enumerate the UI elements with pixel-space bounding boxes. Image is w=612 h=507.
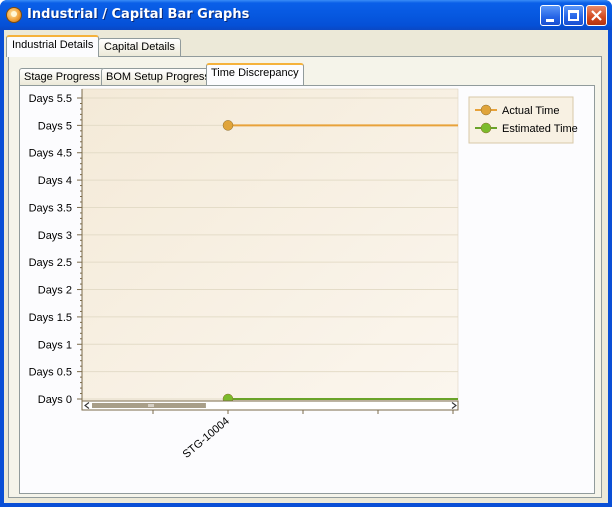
tab-stage-progress[interactable]: Stage Progress [19,68,105,85]
legend-swatch-marker [480,122,492,134]
tab-capital-details-label: Capital Details [104,41,175,53]
chart-legend: Actual Time Estimated Time [468,96,578,144]
legend-label: Estimated Time [502,123,578,135]
legend-label: Actual Time [502,105,559,117]
time-discrepancy-panel: Days 0 Days 0.5 Days 1 Days 1.5 Days 2 Days 2… [19,85,595,494]
close-icon [591,10,602,21]
window-title: Industrial / Capital Bar Graphs [27,7,250,22]
close-button[interactable] [586,5,607,26]
tab-time-discrepancy[interactable]: Time Discrepancy [206,63,304,85]
y-tick-label: Days 4.5 [29,148,72,160]
app-icon[interactable] [6,7,22,23]
tab-bom-setup-progress-label: BOM Setup Progress [106,71,210,83]
y-axis: Days 0 Days 0.5 Days 1 Days 1.5 Days 2 Days 2… [29,89,83,406]
x-tick-label: STG-10004 [181,415,232,461]
y-tick-label: Days 5 [38,120,72,132]
plot-area [81,88,459,402]
minimize-icon [546,19,554,22]
y-tick-label: Days 2 [38,285,72,297]
tab-capital-details[interactable]: Capital Details [98,38,181,56]
y-tick-label: Days 0.5 [29,367,72,379]
title-bar[interactable]: Industrial / Capital Bar Graphs [0,0,612,30]
y-tick-label: Days 3.5 [29,202,72,214]
y-tick-label: Days 4 [38,175,72,187]
minimize-button[interactable] [540,5,561,26]
window-client: Industrial Details Capital Details Stage… [4,30,608,503]
x-axis: STG-10004 [82,409,458,461]
y-tick-label: Days 1.5 [29,312,72,324]
tab-industrial-details-label: Industrial Details [12,39,94,51]
horizontal-scrollbar[interactable] [81,400,459,411]
tab-time-discrepancy-label: Time Discrepancy [211,67,299,79]
y-tick-label: Days 1 [38,339,72,351]
legend-swatch-marker [480,104,492,116]
y-tick-label: Days 0 [38,394,72,406]
maximize-icon [568,10,579,21]
y-tick-label: Days 2.5 [29,257,72,269]
y-tick-label: Days 3 [38,230,72,242]
maximize-button[interactable] [563,5,584,26]
tab-industrial-details[interactable]: Industrial Details [6,35,100,57]
time-discrepancy-chart: Days 0 Days 0.5 Days 1 Days 1.5 Days 2 Days 2… [29,88,578,461]
industrial-details-panel: Stage Progress BOM Setup Progress Time D… [8,56,602,498]
tab-bom-setup-progress[interactable]: BOM Setup Progress [101,68,215,85]
app-window: Industrial / Capital Bar Graphs Industri… [0,0,612,507]
y-tick-label: Days 5.5 [29,93,72,105]
tab-stage-progress-label: Stage Progress [24,71,100,83]
data-point-0-0[interactable] [222,120,234,131]
